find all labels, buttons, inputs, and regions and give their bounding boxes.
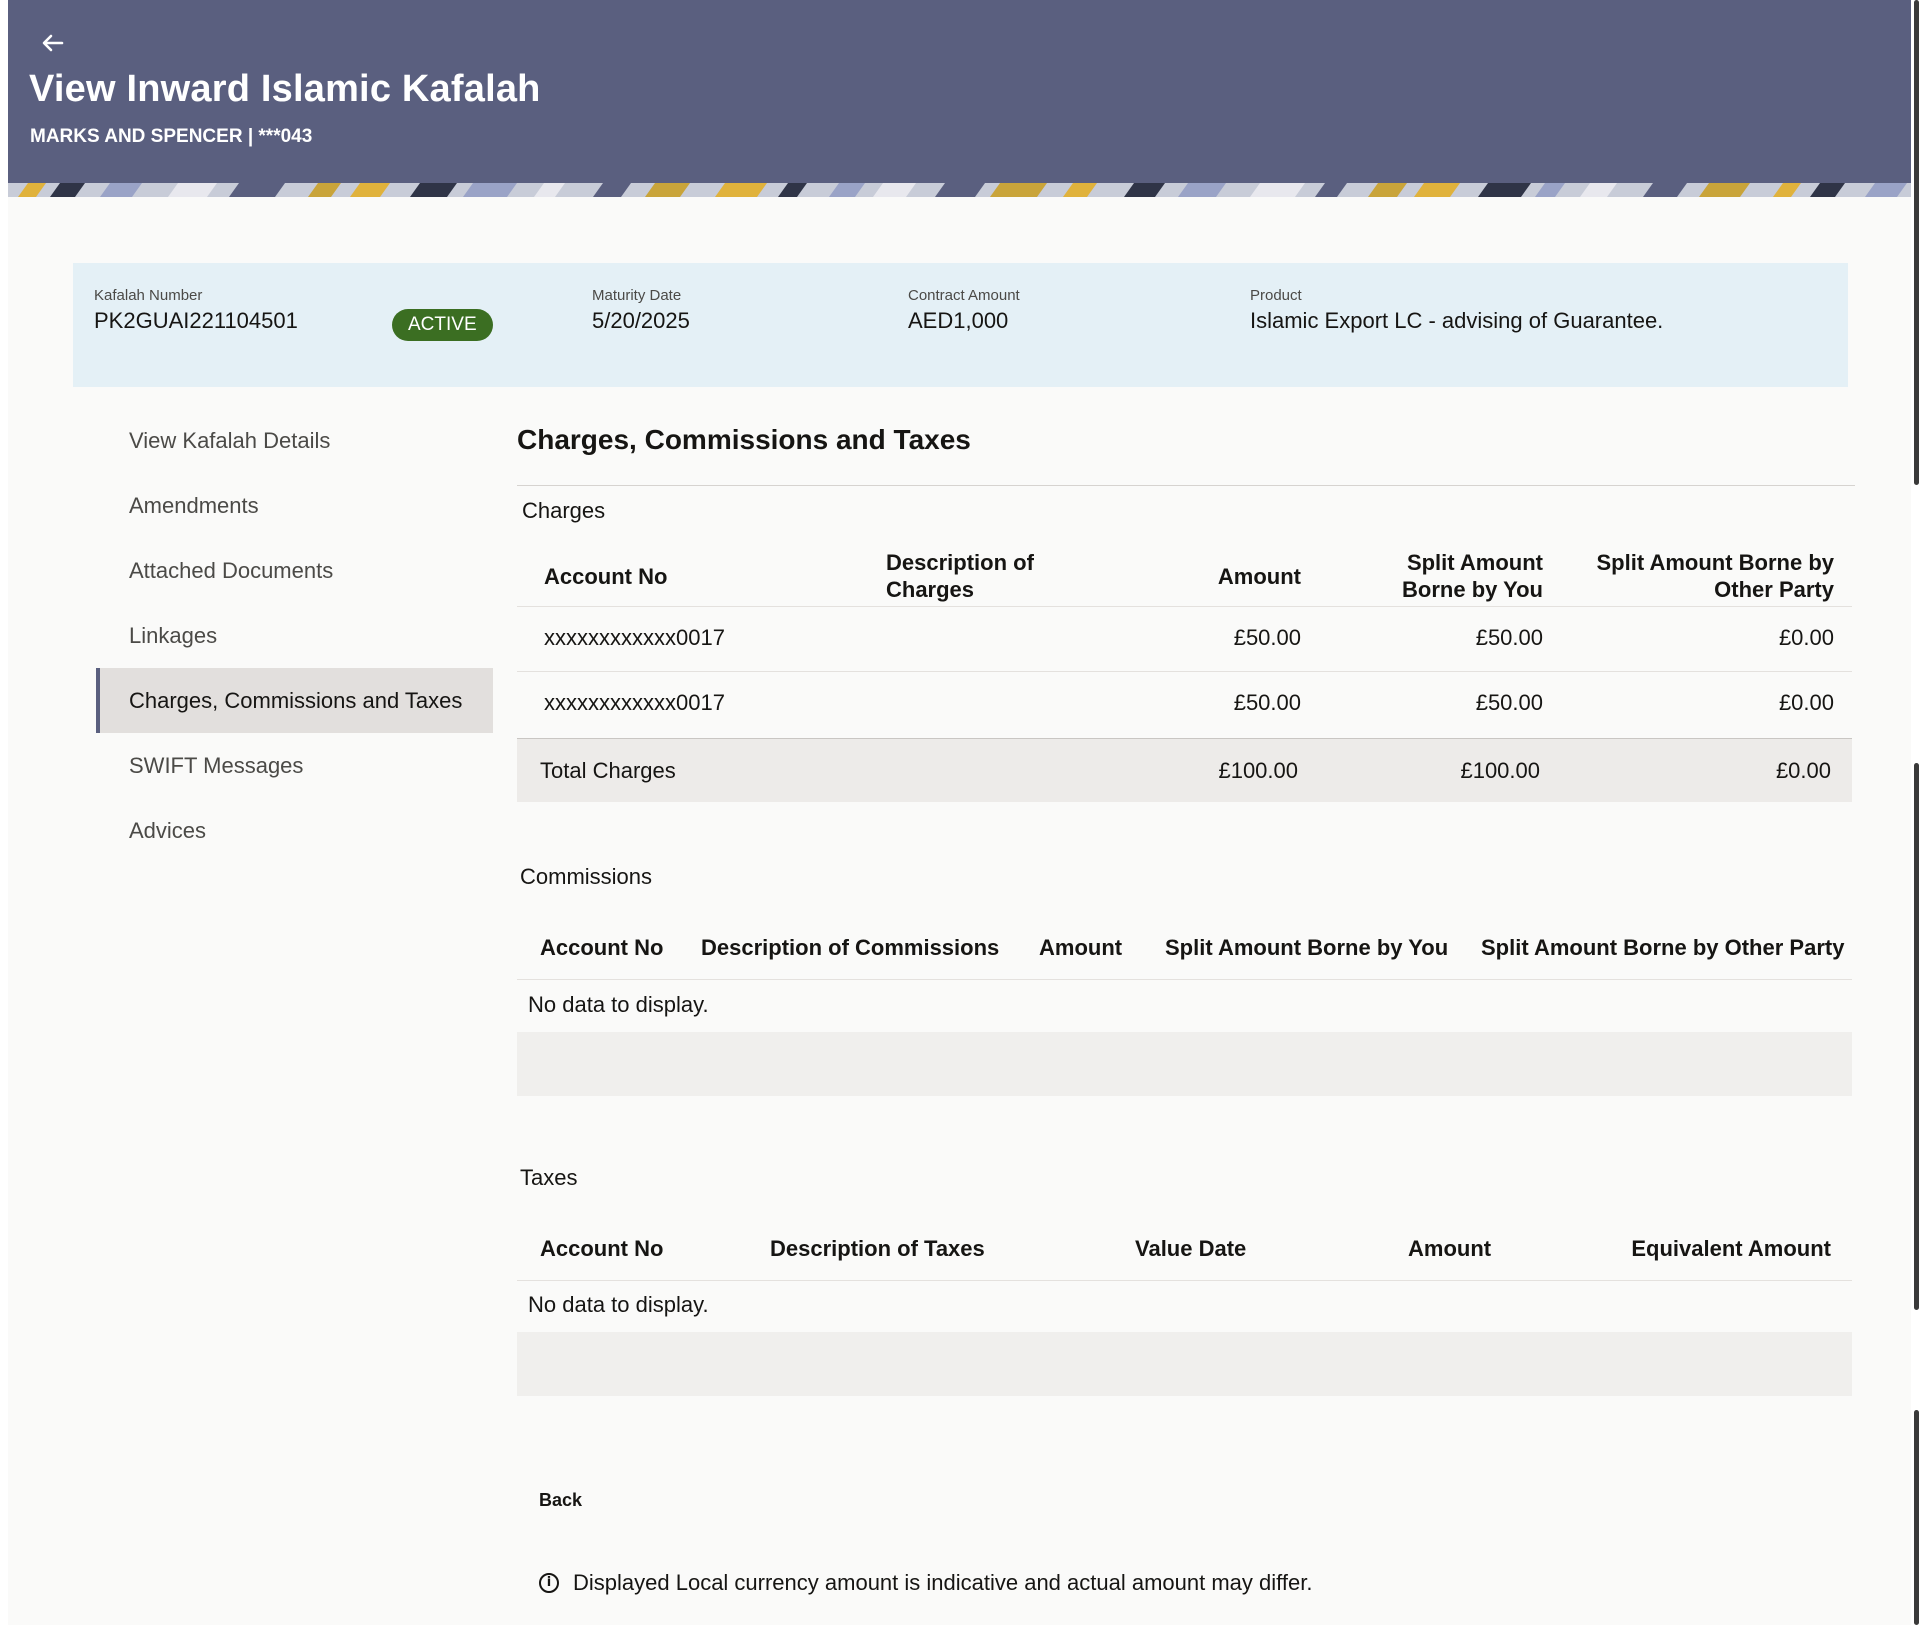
kafalah-summary: Kafalah Number PK2GUAI221104501 ACTIVE M…: [73, 263, 1848, 387]
col-amount: Amount: [1039, 935, 1123, 960]
contract-amount-field: Contract Amount AED1,000: [908, 287, 1020, 334]
product-value: Islamic Export LC - advising of Guarante…: [1250, 308, 1664, 333]
table-header-row: Account No Description of Taxes Value Da…: [517, 1214, 1852, 1281]
maturity-date-value: 5/20/2025: [592, 308, 690, 333]
scrollbar-thumb[interactable]: [1914, 0, 1919, 485]
col-account-no: Account No: [540, 935, 664, 960]
col-account-no: Account No: [540, 1236, 664, 1261]
col-split-you: Split Amount Borne by You: [1165, 935, 1449, 960]
no-data-message: No data to display.: [528, 992, 709, 1017]
heading-divider: [517, 485, 1855, 486]
header-banner-pattern: [8, 183, 1911, 197]
table-footer-band: [517, 1332, 1852, 1396]
empty-row: No data to display.: [517, 1281, 1852, 1332]
split-other-cell: £0.00: [1778, 625, 1834, 650]
col-value-date: Value Date: [1135, 1236, 1247, 1261]
col-split-other: Split Amount Borne by Other Party: [1481, 935, 1845, 960]
page-frame: View Inward Islamic Kafalah MARKS AND SP…: [8, 0, 1911, 1625]
side-navigation: View Kafalah Details Amendments Attached…: [96, 408, 493, 863]
nav-item-swift-messages[interactable]: SWIFT Messages: [96, 733, 493, 798]
total-amount: £100.00: [1218, 758, 1298, 783]
col-amount: Amount: [1217, 564, 1301, 589]
account-no-cell: xxxxxxxxxxxx0017: [544, 690, 725, 715]
commissions-table: Account No Description of Commissions Am…: [517, 913, 1852, 1096]
split-other-cell: £0.00: [1778, 690, 1834, 715]
col-split-you: Split Amount Borne by You: [1402, 550, 1543, 602]
kafalah-number-field: Kafalah Number PK2GUAI221104501: [94, 287, 298, 334]
taxes-table: Account No Description of Taxes Value Da…: [517, 1214, 1852, 1396]
back-button[interactable]: Back: [539, 1490, 582, 1511]
page-subtitle: MARKS AND SPENCER | ***043: [30, 126, 313, 147]
col-equivalent-amount: Equivalent Amount: [1631, 1236, 1831, 1261]
total-label: Total Charges: [540, 758, 676, 783]
page-title: View Inward Islamic Kafalah: [29, 68, 541, 110]
table-footer-band: [517, 1032, 1852, 1096]
col-amount: Amount: [1408, 1236, 1492, 1261]
contract-amount-label: Contract Amount: [908, 287, 1020, 304]
table-row: xxxxxxxxxxxx0017 £50.00 £50.00 £0.00: [517, 672, 1852, 738]
disclaimer-note: i Displayed Local currency amount is ind…: [539, 1570, 1312, 1596]
empty-row: No data to display.: [517, 980, 1852, 1032]
arrow-left-icon[interactable]: [38, 28, 68, 58]
disclaimer-text: Displayed Local currency amount is indic…: [573, 1570, 1313, 1595]
total-charges-row: Total Charges £100.00 £100.00 £0.00: [517, 738, 1852, 802]
amount-cell: £50.00: [1233, 625, 1301, 650]
charges-title: Charges: [522, 498, 606, 523]
section-heading: Charges, Commissions and Taxes: [517, 424, 971, 455]
total-split-you: £100.00: [1460, 758, 1540, 783]
table-row: xxxxxxxxxxxx0017 £50.00 £50.00 £0.00: [517, 607, 1852, 672]
product-label: Product: [1250, 287, 1302, 304]
status-badge: ACTIVE: [392, 309, 493, 341]
amount-cell: £50.00: [1233, 690, 1301, 715]
split-you-cell: £50.00: [1475, 690, 1543, 715]
maturity-date-field: Maturity Date 5/20/2025: [592, 287, 690, 334]
table-header-row: Account No Description of Commissions Am…: [517, 913, 1852, 980]
table-header-row: Account No Description of Charges Amount…: [517, 543, 1852, 607]
split-you-cell: £50.00: [1475, 625, 1543, 650]
no-data-message: No data to display.: [528, 1292, 709, 1317]
contract-amount-value: AED1,000: [908, 308, 1009, 333]
kafalah-number-label: Kafalah Number: [94, 287, 203, 304]
page-header: View Inward Islamic Kafalah MARKS AND SP…: [8, 0, 1911, 183]
product-field: Product Islamic Export LC - advising of …: [1250, 287, 1663, 334]
nav-item-linkages[interactable]: Linkages: [96, 603, 493, 668]
scrollbar-thumb[interactable]: [1914, 763, 1919, 1310]
col-account-no: Account No: [544, 564, 668, 589]
nav-item-view-kafalah-details[interactable]: View Kafalah Details: [96, 408, 493, 473]
taxes-title: Taxes: [520, 1165, 578, 1190]
info-icon: i: [539, 1573, 559, 1593]
col-split-other: Split Amount Borne by Other Party: [1596, 550, 1834, 602]
col-description: Description of Charges: [886, 550, 1034, 602]
scrollbar-thumb[interactable]: [1914, 1410, 1919, 1625]
col-description: Description of Taxes: [770, 1236, 985, 1261]
kafalah-number-value: PK2GUAI221104501: [94, 308, 298, 333]
commissions-title: Commissions: [520, 864, 653, 889]
nav-item-charges-commissions-taxes[interactable]: Charges, Commissions and Taxes: [96, 668, 493, 733]
nav-item-advices[interactable]: Advices: [96, 798, 493, 863]
total-split-other: £0.00: [1775, 758, 1831, 783]
account-no-cell: xxxxxxxxxxxx0017: [544, 625, 725, 650]
nav-item-attached-documents[interactable]: Attached Documents: [96, 538, 493, 603]
maturity-date-label: Maturity Date: [592, 287, 682, 304]
col-description: Description of Commissions: [701, 935, 1000, 960]
nav-item-amendments[interactable]: Amendments: [96, 473, 493, 538]
charges-table: Account No Description of Charges Amount…: [517, 543, 1852, 802]
